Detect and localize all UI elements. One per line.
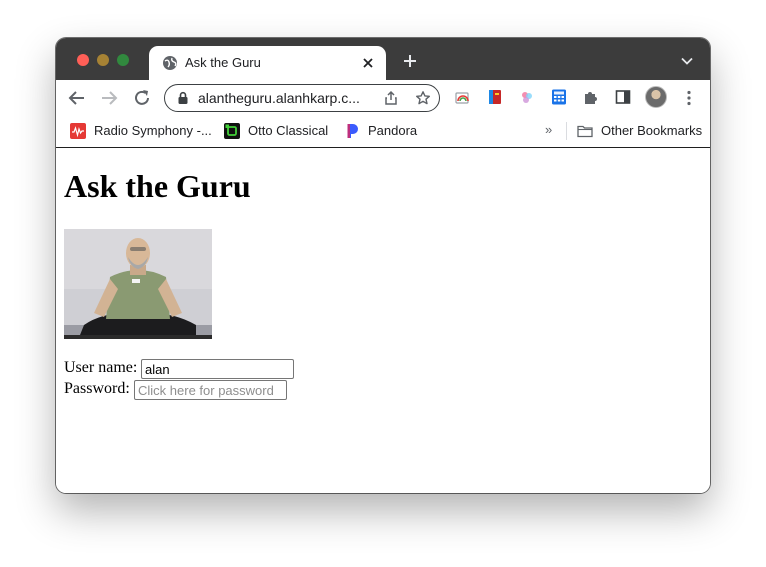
- username-field[interactable]: [141, 359, 294, 379]
- radio-wave-icon: [70, 123, 86, 139]
- bookmarks-bar: Radio Symphony -... Otto Classical Pando…: [56, 116, 710, 148]
- close-icon[interactable]: [360, 55, 376, 71]
- bookmark-otto-classical[interactable]: Otto Classical: [224, 121, 334, 141]
- folder-icon: [577, 125, 593, 138]
- lock-icon[interactable]: [176, 91, 190, 105]
- book-extension-icon[interactable]: [486, 88, 504, 106]
- bookmark-label: Otto Classical: [248, 123, 329, 138]
- color-extension-icon[interactable]: [518, 88, 536, 106]
- password-field[interactable]: [134, 380, 287, 400]
- reload-icon[interactable]: [132, 88, 152, 108]
- star-icon[interactable]: [415, 90, 431, 106]
- otto-icon: [224, 123, 240, 139]
- page-heading: Ask the Guru: [64, 168, 251, 204]
- bookmark-pandora[interactable]: Pandora: [344, 121, 424, 141]
- bookmark-label: Pandora: [368, 123, 418, 138]
- bookmarks-overflow-button[interactable]: »: [545, 122, 552, 137]
- password-label: Password:: [64, 380, 130, 397]
- pandora-icon: [347, 124, 358, 138]
- rainbow-extension-icon[interactable]: [454, 88, 472, 106]
- new-tab-icon[interactable]: [402, 53, 418, 69]
- puzzle-extensions-icon[interactable]: [582, 88, 600, 106]
- maximize-window-button[interactable]: [117, 54, 129, 66]
- browser-window: Ask the Guru alantheguru.alanhkarp.c... …: [56, 38, 710, 493]
- bookmark-label: Radio Symphony -...: [94, 123, 212, 138]
- username-row: User name:: [64, 359, 137, 377]
- browser-toolbar: alantheguru.alanhkarp.c...: [56, 80, 710, 116]
- page-content: Ask the Guru User name: Password:: [56, 148, 710, 493]
- forward-arrow-icon[interactable]: [99, 88, 119, 108]
- other-bookmarks-label: Other Bookmarks: [601, 123, 703, 138]
- tab-ask-the-guru[interactable]: Ask the Guru: [149, 46, 386, 80]
- more-options-icon[interactable]: [681, 89, 697, 107]
- globe-icon: [163, 56, 177, 70]
- guru-photo: [64, 229, 212, 339]
- chevron-down-icon[interactable]: [680, 54, 694, 68]
- username-label: User name:: [64, 359, 138, 376]
- url-text[interactable]: alantheguru.alanhkarp.c...: [198, 90, 370, 106]
- bookmarks-divider: [566, 122, 567, 140]
- password-row: Password:: [64, 380, 130, 398]
- share-icon[interactable]: [383, 90, 399, 106]
- profile-avatar[interactable]: [645, 86, 667, 108]
- title-bar: Ask the Guru: [56, 38, 710, 80]
- bookmark-radio-symphony[interactable]: Radio Symphony -...: [70, 121, 220, 141]
- calculator-icon[interactable]: [550, 88, 568, 106]
- minimize-window-button[interactable]: [97, 54, 109, 66]
- side-panel-icon[interactable]: [614, 88, 632, 106]
- close-window-button[interactable]: [77, 54, 89, 66]
- back-arrow-icon[interactable]: [67, 88, 87, 108]
- address-bar[interactable]: alantheguru.alanhkarp.c...: [164, 84, 440, 112]
- tab-title: Ask the Guru: [185, 55, 261, 70]
- other-bookmarks-folder[interactable]: Other Bookmarks: [577, 121, 707, 141]
